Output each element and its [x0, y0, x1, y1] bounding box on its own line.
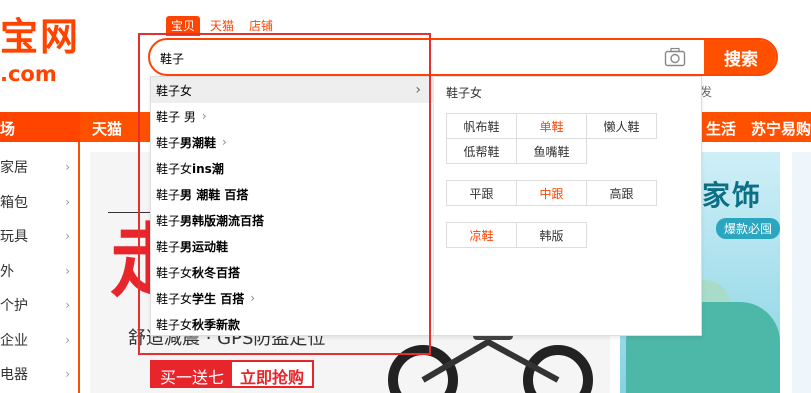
refine-tag[interactable]: 中跟 [517, 181, 587, 206]
tab-shop[interactable]: 店铺 [244, 16, 278, 36]
suggestion-item[interactable]: 鞋子 男潮鞋 › [151, 129, 433, 155]
chevron-right-icon: › [65, 298, 70, 313]
refine-tag[interactable]: 懒人鞋 [587, 114, 657, 139]
search-suggestions-dropdown: 鞋子女 › 鞋子 男 › 鞋子 男潮鞋 › 鞋子女 ins潮 鞋子 男 潮鞋 百搭 鞋子男… [150, 76, 702, 336]
category-item[interactable]: 家居 › [0, 150, 80, 185]
category-label: 企业 [0, 332, 28, 349]
suggestion-item[interactable]: 鞋子 男运动鞋 [151, 233, 433, 259]
refine-panel-title: 鞋子女 [446, 86, 483, 100]
logo-text[interactable]: 宝网 [0, 14, 80, 60]
category-label: 家居 [0, 160, 28, 177]
refine-tag[interactable]: 高跟 [587, 181, 657, 206]
category-label: 箱包 [0, 194, 28, 211]
heel-grid: 平跟 中跟 高跟 [446, 180, 657, 206]
refine-tag[interactable]: 韩版 [517, 223, 587, 248]
ad-title: 家饰 [702, 179, 763, 212]
refine-tag[interactable]: 低帮鞋 [447, 139, 517, 164]
ad-subtitle: 爆款必囤 [716, 218, 780, 239]
search-input[interactable] [160, 46, 640, 70]
refine-tag[interactable]: 平跟 [447, 181, 517, 206]
suggestion-item[interactable]: 鞋子女 秋冬百搭 [151, 259, 433, 285]
chevron-right-icon: › [250, 291, 256, 305]
style-grid: 凉鞋 韩版 [446, 222, 587, 248]
tab-tmall[interactable]: 天猫 [205, 16, 239, 36]
category-label: 玩具 [0, 229, 28, 246]
promo-offer: 买一送七 [152, 362, 233, 387]
chevron-right-icon: › [222, 135, 227, 149]
category-list: 家居 › 箱包 › 玩具 › 外 › 个护 › 企业 › 电器 › [0, 150, 80, 392]
tab-item[interactable]: 宝贝 [166, 16, 201, 36]
nav-item-tmall[interactable]: 天猫 [92, 118, 122, 139]
nav-item-life[interactable]: 生活 [706, 118, 736, 139]
refine-tag-empty [587, 139, 657, 164]
chevron-right-icon: › [415, 82, 421, 98]
refine-tag[interactable]: 鱼嘴鞋 [517, 139, 587, 164]
chevron-right-icon: › [65, 194, 70, 209]
category-label: 电器 [0, 367, 28, 384]
search-type-tabs: 宝贝 天猫 店铺 [166, 16, 283, 36]
nav-category-label: 场 [0, 112, 80, 142]
chevron-right-icon: › [65, 263, 70, 278]
refine-tag[interactable]: 单鞋 [517, 114, 587, 139]
suggestion-item[interactable]: 鞋子女 学生 百搭 › [151, 285, 433, 311]
suggestion-item[interactable]: 鞋子 男韩版潮流百搭 [151, 207, 433, 233]
refine-tag[interactable]: 帆布鞋 [447, 114, 517, 139]
chevron-right-icon: › [65, 332, 70, 347]
chevron-right-icon: › [201, 109, 207, 123]
category-item[interactable]: 箱包 › [0, 185, 80, 220]
suggestion-item[interactable]: 鞋子女 ins潮 [151, 155, 433, 181]
refine-panel: 鞋子女 帆布鞋 单鞋 懒人鞋 低帮鞋 鱼嘴鞋 平跟 中跟 高跟 凉鞋 韩版 [446, 83, 696, 248]
suggestion-item[interactable]: 鞋子女 › [151, 77, 433, 103]
category-item[interactable]: 外 › [0, 254, 80, 289]
logo-domain[interactable]: .com [0, 62, 57, 86]
shoe-type-grid: 帆布鞋 单鞋 懒人鞋 低帮鞋 鱼嘴鞋 [446, 113, 657, 164]
dropdown-divider [433, 77, 434, 335]
side-ad-edge[interactable] [792, 152, 811, 393]
category-item[interactable]: 玩具 › [0, 219, 80, 254]
search-button[interactable]: 搜索 [704, 40, 776, 74]
category-label: 外 [0, 263, 14, 280]
search-bar: 搜索 [148, 38, 778, 76]
promo-cta[interactable]: 立即抢购 [232, 362, 313, 387]
suggestion-list: 鞋子女 › 鞋子 男 › 鞋子 男潮鞋 › 鞋子女 ins潮 鞋子 男 潮鞋 百搭 鞋子男… [151, 77, 433, 337]
nav-item-suning[interactable]: 苏宁易购 [751, 118, 811, 139]
suggestion-item[interactable]: 鞋子女 秋季新款 [151, 311, 433, 337]
category-label: 个护 [0, 298, 28, 315]
chevron-right-icon: › [65, 229, 70, 244]
refine-tag[interactable]: 凉鞋 [447, 223, 517, 248]
chevron-right-icon: › [65, 160, 70, 175]
category-item[interactable]: 个护 › [0, 288, 80, 323]
category-item[interactable]: 电器 › [0, 357, 80, 392]
promo-tag[interactable]: 买一送七 立即抢购 [150, 360, 315, 388]
camera-icon[interactable] [664, 47, 686, 67]
category-item[interactable]: 企业 › [0, 323, 80, 358]
suggestion-item[interactable]: 鞋子 男 › [151, 103, 433, 129]
suggestion-item[interactable]: 鞋子 男 潮鞋 百搭 [151, 181, 433, 207]
chevron-right-icon: › [65, 367, 70, 382]
